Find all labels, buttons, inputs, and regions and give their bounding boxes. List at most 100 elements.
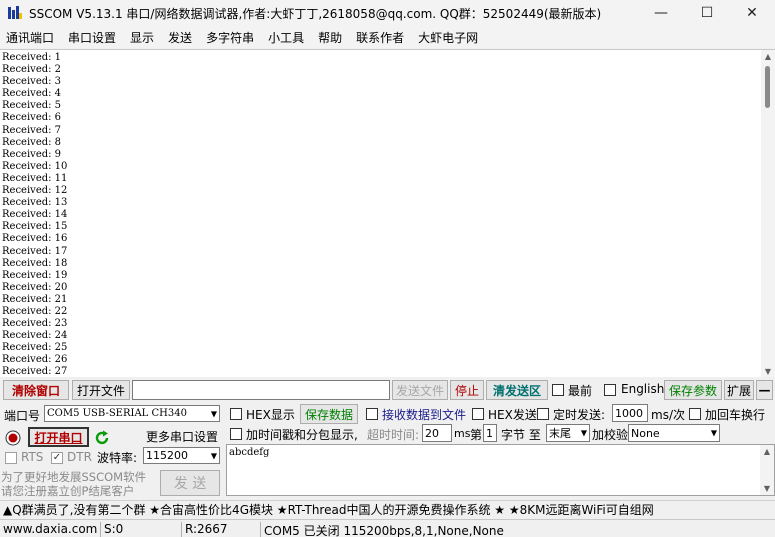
toolbar: 清除窗口 打开文件 发送文件 停止 清发送区 最前 English 保存参数 扩… — [0, 378, 775, 402]
expand-button[interactable]: 扩展 — [724, 380, 754, 400]
scroll-down-icon[interactable]: ▼ — [760, 484, 774, 493]
topmost-label: 最前 — [568, 384, 593, 398]
byte-index-input[interactable]: 1 — [483, 424, 497, 442]
receive-line: Received: 10 — [2, 160, 68, 172]
receive-line: Received: 1 — [2, 52, 62, 63]
collapse-button[interactable]: — — [756, 380, 773, 400]
menu-serial-settings[interactable]: 串口设置 — [68, 29, 116, 46]
english-checkbox[interactable] — [604, 384, 616, 396]
receive-scrollbar[interactable]: ▲ ▼ — [761, 50, 775, 377]
receive-line: Received: 21 — [2, 293, 68, 305]
byte-to-label: 字节 至 — [501, 428, 541, 442]
dtr-label: DTR — [67, 450, 92, 464]
port-select[interactable]: COM5 USB-SERIAL CH340 ▼ — [44, 405, 220, 422]
receive-line: Received: 25 — [2, 342, 68, 354]
end-position-select[interactable]: 末尾 ▼ — [546, 424, 590, 442]
menu-send[interactable]: 发送 — [168, 29, 192, 46]
menu-tools[interactable]: 小工具 — [268, 29, 304, 46]
promo-line-2: 请您注册嘉立创P结尾客户 — [1, 484, 135, 498]
scroll-up-icon[interactable]: ▲ — [760, 447, 774, 456]
send-interval-input[interactable]: 1000 — [612, 404, 648, 422]
announcement-bar[interactable]: ▲Q群满员了,没有第二个群 ★合宙高性价比4G模块 ★RT-Thread中国人的… — [0, 500, 775, 518]
port-label: 端口号 — [4, 409, 41, 423]
port-status-indicator-icon — [5, 430, 21, 446]
menu-comm-port[interactable]: 通讯端口 — [6, 29, 54, 46]
receive-line: Received: 8 — [2, 136, 62, 148]
baud-rate-value: 115200 — [146, 449, 188, 462]
hex-send-checkbox[interactable] — [472, 408, 484, 420]
receive-line: Received: 20 — [2, 281, 68, 293]
byte-index-label: 第 — [470, 428, 483, 442]
rts-label: RTS — [21, 450, 44, 464]
open-file-button[interactable]: 打开文件 — [72, 380, 130, 400]
port-settings-panel: 端口号 COM5 USB-SERIAL CH340 ▼ 打开串口 更多串口设置 … — [0, 403, 224, 499]
send-button[interactable]: 发 送 — [160, 470, 220, 496]
receive-line: Received: 15 — [2, 221, 68, 233]
scroll-thumb[interactable] — [765, 66, 770, 108]
stop-button[interactable]: 停止 — [450, 380, 484, 400]
baud-rate-select[interactable]: 115200 ▼ — [143, 447, 220, 464]
add-crlf-label: 加回车换行 — [705, 408, 766, 422]
receive-line: Received: 6 — [2, 112, 62, 124]
timed-send-label: 定时发送: — [553, 408, 606, 422]
hex-display-checkbox[interactable] — [230, 408, 242, 420]
scroll-up-icon[interactable]: ▲ — [761, 52, 775, 61]
more-serial-settings-link[interactable]: 更多串口设置 — [146, 428, 218, 445]
website-link[interactable]: www.daxia.com — [0, 522, 97, 537]
send-text-area[interactable]: abcdefg ▲ ▼ — [226, 444, 775, 496]
save-params-button[interactable]: 保存参数 — [664, 380, 722, 400]
clear-send-area-button[interactable]: 清发送区 — [486, 380, 548, 400]
sscom-app-icon — [8, 6, 22, 19]
maximize-button[interactable]: ☐ — [684, 0, 730, 26]
refresh-icon[interactable] — [94, 430, 110, 446]
send-interval-unit: ms/次 — [651, 408, 685, 422]
receive-line: Received: 23 — [2, 318, 68, 330]
topmost-checkbox[interactable] — [552, 384, 564, 396]
receive-line: Received: 9 — [2, 148, 62, 160]
receive-line: Received: 22 — [2, 305, 68, 317]
timestamp-label: 加时间戳和分包显示, — [246, 428, 358, 442]
timeout-label: 超时时间: — [367, 428, 420, 442]
clear-window-button[interactable]: 清除窗口 — [3, 380, 69, 400]
file-path-input[interactable] — [132, 380, 390, 400]
open-port-button[interactable]: 打开串口 — [28, 427, 89, 447]
send-scrollbar[interactable]: ▲ ▼ — [760, 445, 774, 495]
end-position-value: 末尾 — [549, 427, 571, 440]
menu-multi-string[interactable]: 多字符串 — [206, 29, 254, 46]
baud-rate-label: 波特率: — [97, 451, 138, 465]
chevron-down-icon: ▼ — [710, 428, 717, 438]
minimize-button[interactable]: — — [638, 0, 684, 26]
dtr-checkbox[interactable] — [51, 452, 63, 464]
hex-send-label: HEX发送 — [488, 408, 537, 422]
rts-checkbox[interactable] — [5, 452, 17, 464]
send-file-button[interactable]: 发送文件 — [392, 380, 448, 400]
timestamp-checkbox[interactable] — [230, 428, 242, 440]
menu-display[interactable]: 显示 — [130, 29, 154, 46]
send-text: abcdefg — [229, 447, 270, 458]
recv-to-file-label[interactable]: 接收数据到文件 — [382, 406, 466, 423]
receive-line: Received: 16 — [2, 233, 68, 245]
receive-line: Received: 19 — [2, 269, 68, 281]
receive-line: Received: 18 — [2, 257, 68, 269]
timeout-input[interactable]: 20 — [422, 424, 452, 442]
add-crlf-checkbox[interactable] — [689, 408, 701, 420]
recv-to-file-checkbox[interactable] — [366, 408, 378, 420]
hex-display-label: HEX显示 — [246, 408, 295, 422]
close-button[interactable]: ✕ — [729, 0, 775, 26]
menu-contact-author[interactable]: 联系作者 — [356, 29, 404, 46]
timed-send-checkbox[interactable] — [537, 408, 549, 420]
receive-area[interactable]: Received: 1 Received: 2 Received: 3 Receive… — [0, 49, 775, 377]
receive-line: Received: 27 — [2, 366, 68, 377]
receive-line: Received: 17 — [2, 245, 68, 257]
menu-daxia-website[interactable]: 大虾电子网 — [418, 29, 478, 46]
scroll-down-icon[interactable]: ▼ — [761, 367, 775, 376]
save-data-button[interactable]: 保存数据 — [300, 404, 358, 424]
chevron-down-icon: ▼ — [210, 451, 217, 460]
receive-line: Received: 14 — [2, 209, 68, 221]
checksum-value: None — [631, 426, 660, 440]
menu-help[interactable]: 帮助 — [318, 29, 342, 46]
title-bar: SSCOM V5.13.1 串口/网络数据调试器,作者:大虾丁丁,2618058… — [0, 0, 775, 26]
checksum-select[interactable]: None ▼ — [628, 424, 720, 442]
checksum-label: 加校验 — [592, 428, 629, 442]
receive-line: Received: 3 — [2, 76, 62, 88]
